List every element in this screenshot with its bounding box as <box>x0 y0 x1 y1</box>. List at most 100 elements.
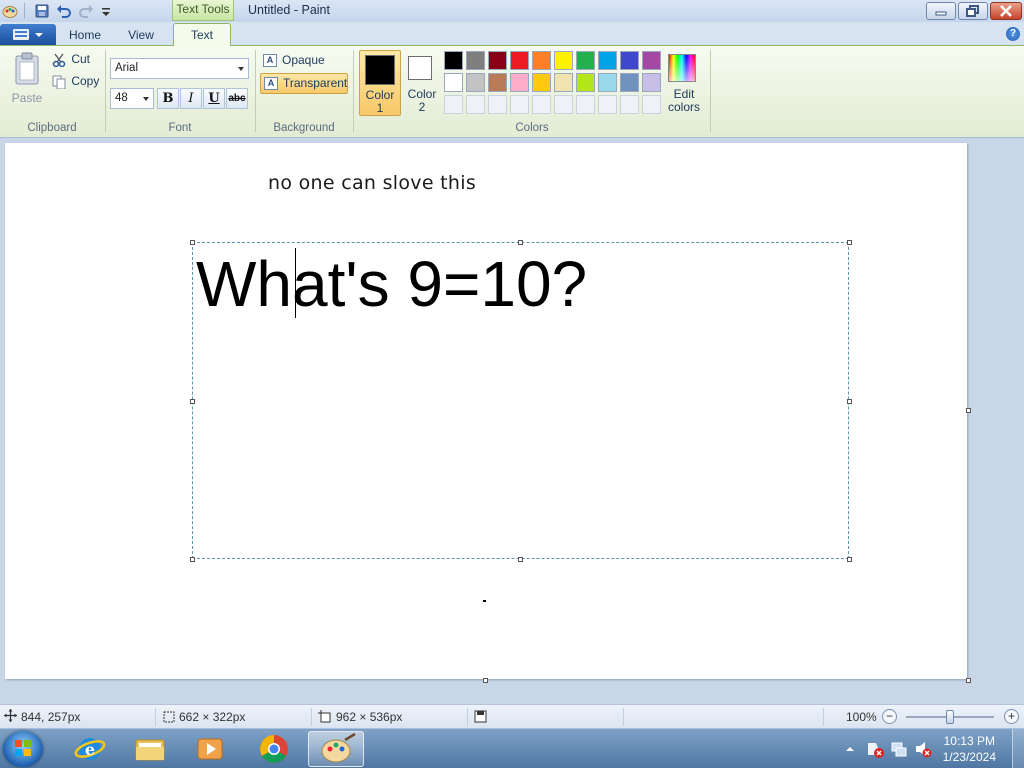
transparent-option[interactable]: A Transparent <box>260 73 348 94</box>
palette-swatch[interactable] <box>576 51 595 70</box>
paste-label: Paste <box>11 91 43 105</box>
palette-swatch[interactable] <box>598 73 617 92</box>
canvas-text-large[interactable]: What's 9=10? <box>196 247 587 321</box>
palette-custom-slot[interactable] <box>642 95 661 114</box>
colors-group: Color 1 Color 2 Edit colors Colors <box>354 46 710 136</box>
palette-swatch[interactable] <box>510 51 529 70</box>
palette-swatch[interactable] <box>510 73 529 92</box>
paint-menu-button[interactable] <box>0 24 56 45</box>
edit-colors-button[interactable]: Edit colors <box>666 52 702 116</box>
network-icon[interactable] <box>890 740 908 761</box>
show-hidden-icons-button[interactable] <box>845 743 855 757</box>
palette-swatch[interactable] <box>642 51 661 70</box>
customize-toolbar-icon[interactable] <box>98 3 114 19</box>
font-family-select[interactable]: Arial <box>110 58 249 79</box>
palette-custom-slot[interactable] <box>444 95 463 114</box>
palette-swatch[interactable] <box>532 73 551 92</box>
taskbar-media-player[interactable] <box>182 731 238 767</box>
resize-handle-ne[interactable] <box>847 240 852 245</box>
help-icon[interactable]: ? <box>1006 27 1020 41</box>
palette-custom-slot[interactable] <box>620 95 639 114</box>
canvas-resize-handle-e[interactable] <box>966 408 971 413</box>
undo-icon[interactable] <box>56 3 72 19</box>
resize-handle-w[interactable] <box>190 399 195 404</box>
canvas-workspace[interactable]: no one can slove this What's 9=10? <box>0 138 1024 704</box>
underline-button[interactable]: U <box>203 88 225 109</box>
divider <box>311 708 312 726</box>
palette-custom-slot[interactable] <box>532 95 551 114</box>
resize-handle-s[interactable] <box>518 557 523 562</box>
tab-home[interactable]: Home <box>62 26 108 46</box>
close-button[interactable] <box>990 2 1022 20</box>
background-group-label: Background <box>273 122 335 134</box>
drawing-canvas[interactable]: no one can slove this What's 9=10? <box>5 143 967 679</box>
palette-custom-slot[interactable] <box>554 95 573 114</box>
scissors-icon <box>52 53 66 68</box>
palette-swatch[interactable] <box>642 73 661 92</box>
palette-swatch[interactable] <box>620 51 639 70</box>
palette-swatch[interactable] <box>466 73 485 92</box>
resize-handle-se[interactable] <box>847 557 852 562</box>
ribbon: Paste Cut Copy Clipboard Arial 48 B I U … <box>0 46 1024 138</box>
palette-swatch[interactable] <box>532 51 551 70</box>
window-title: Untitled - Paint <box>248 3 330 17</box>
show-desktop-button[interactable] <box>1012 729 1024 768</box>
palette-swatch[interactable] <box>620 73 639 92</box>
palette-swatch[interactable] <box>576 73 595 92</box>
resize-handle-n[interactable] <box>518 240 523 245</box>
taskbar-file-explorer[interactable] <box>122 731 178 767</box>
color2-button[interactable]: Color 2 <box>402 50 442 116</box>
taskbar-internet-explorer[interactable]: e <box>62 731 118 767</box>
palette-swatch[interactable] <box>444 73 463 92</box>
italic-button[interactable]: I <box>180 88 202 109</box>
paint-icon <box>321 732 356 763</box>
redo-icon[interactable] <box>78 3 94 19</box>
resize-handle-e[interactable] <box>847 399 852 404</box>
taskbar-chrome[interactable] <box>246 731 302 767</box>
canvas-resize-handle-se[interactable] <box>966 678 971 683</box>
font-size-select[interactable]: 48 <box>110 88 154 109</box>
strikethrough-button[interactable]: abc <box>226 88 248 109</box>
resize-handle-sw[interactable] <box>190 557 195 562</box>
palette-swatch[interactable] <box>554 51 573 70</box>
palette-swatch[interactable] <box>598 51 617 70</box>
palette-custom-slot[interactable] <box>598 95 617 114</box>
maximize-button[interactable] <box>958 2 988 20</box>
copy-icon <box>52 75 66 90</box>
canvas-size: 962 × 536px <box>336 710 403 724</box>
palette-swatch[interactable] <box>466 51 485 70</box>
paint-app-icon[interactable] <box>2 3 18 19</box>
palette-swatch[interactable] <box>488 73 507 92</box>
divider <box>710 50 711 132</box>
zoom-in-button[interactable]: + <box>1004 709 1019 724</box>
text-input-box[interactable]: What's 9=10? <box>190 240 852 562</box>
copy-button[interactable]: Copy <box>52 74 99 92</box>
tab-text[interactable]: Text <box>173 23 231 47</box>
opaque-option[interactable]: A Opaque <box>260 51 348 72</box>
clock[interactable]: 10:13 PM 1/23/2024 <box>943 733 996 765</box>
paste-button[interactable]: Paste <box>8 52 46 106</box>
minimize-button[interactable] <box>926 2 956 20</box>
palette-swatch[interactable] <box>554 73 573 92</box>
palette-custom-slot[interactable] <box>488 95 507 114</box>
zoom-out-button[interactable]: − <box>882 709 897 724</box>
tab-view[interactable]: View <box>118 26 164 46</box>
palette-swatch[interactable] <box>444 51 463 70</box>
zoom-slider-thumb[interactable] <box>946 710 954 724</box>
palette-custom-slot[interactable] <box>510 95 529 114</box>
cut-button[interactable]: Cut <box>52 52 90 70</box>
taskbar-paint[interactable] <box>308 731 364 767</box>
volume-muted-icon[interactable] <box>914 740 932 761</box>
bold-button[interactable]: B <box>157 88 179 109</box>
color1-button[interactable]: Color 1 <box>359 50 401 116</box>
save-icon[interactable] <box>34 3 50 19</box>
palette-custom-slot[interactable] <box>576 95 595 114</box>
palette-custom-slot[interactable] <box>466 95 485 114</box>
resize-handle-nw[interactable] <box>190 240 195 245</box>
action-center-icon[interactable] <box>866 740 884 761</box>
divider <box>155 708 156 726</box>
palette-swatch[interactable] <box>488 51 507 70</box>
canvas-resize-handle-s[interactable] <box>483 678 488 683</box>
start-button[interactable] <box>3 731 43 767</box>
